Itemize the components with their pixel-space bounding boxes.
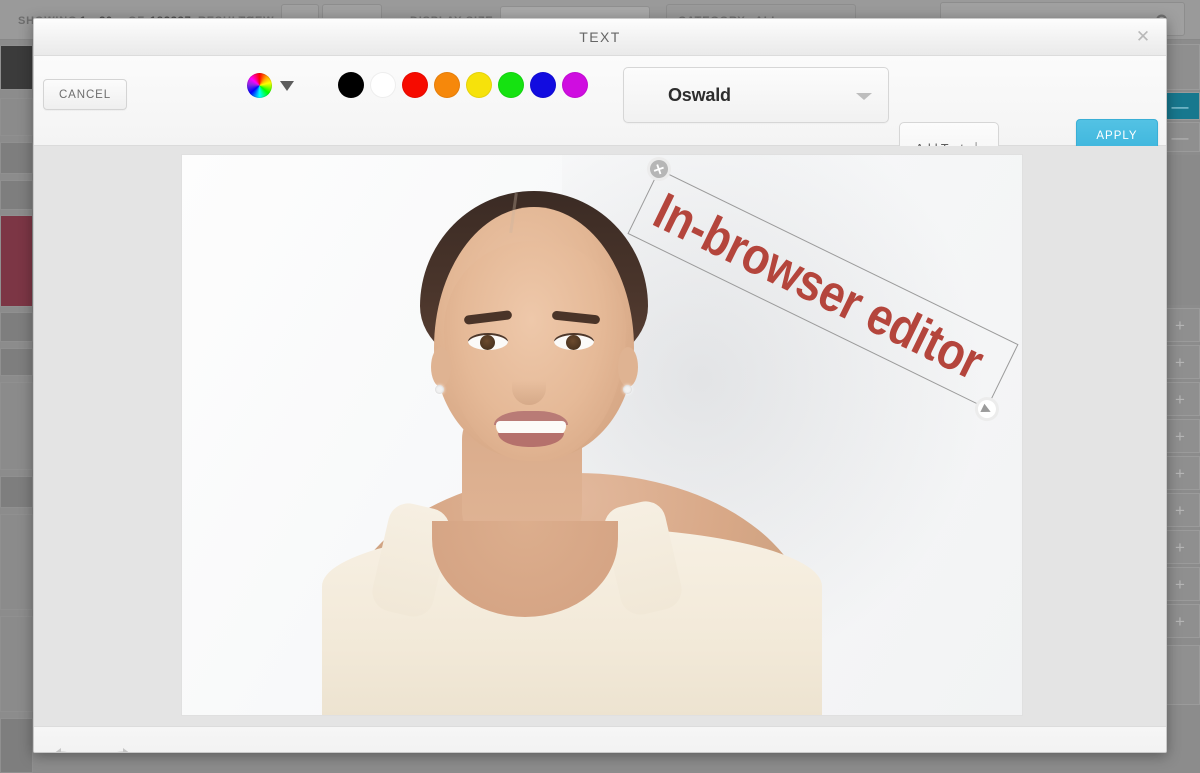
chevron-down-icon (856, 93, 872, 100)
undo-arrow-icon[interactable] (50, 741, 80, 752)
swatch-blue[interactable] (530, 72, 556, 98)
color-wheel-icon[interactable] (247, 73, 272, 98)
photo-ear-right (618, 347, 638, 387)
swatch-yellow[interactable] (466, 72, 492, 98)
font-select-value: Oswald (668, 85, 731, 105)
font-select[interactable]: Oswald (623, 67, 889, 123)
thumbnail-item[interactable] (0, 718, 33, 773)
thumbnail-item[interactable] (0, 476, 33, 508)
text-toolbar: CANCEL Oswald Add Text + APPLY (34, 56, 1166, 176)
swatch-magenta[interactable] (562, 72, 588, 98)
swatch-red[interactable] (402, 72, 428, 98)
thumbnail-item[interactable] (0, 514, 33, 610)
photo-nose (512, 351, 546, 405)
swatch-black[interactable] (338, 72, 364, 98)
thumbnail-item[interactable] (0, 312, 33, 342)
thumbnail-item[interactable] (0, 616, 33, 712)
swatch-green[interactable] (498, 72, 524, 98)
chevron-down-icon[interactable] (280, 80, 294, 91)
history-toolbar (34, 726, 1166, 752)
thumbnail-item[interactable] (0, 382, 33, 470)
modal-title-bar: TEXT ✕ (34, 19, 1166, 56)
photo-eye-left (468, 333, 508, 350)
color-picker-group (247, 73, 294, 98)
photo-earring-left (435, 385, 444, 394)
thumbnail-item[interactable] (0, 45, 33, 90)
thumbnail-item[interactable] (0, 142, 33, 174)
close-icon[interactable]: ✕ (1132, 26, 1154, 48)
text-editor-modal: TEXT ✕ CANCEL Oswald Add Text + APPLY (33, 18, 1167, 753)
cancel-button[interactable]: CANCEL (43, 79, 127, 110)
color-swatch-list (338, 72, 594, 98)
swatch-white[interactable] (370, 72, 396, 98)
thumbnail-item[interactable] (0, 180, 33, 210)
photo-canvas[interactable]: In-browser editor ✕ ▶ (182, 155, 1022, 715)
page-title: TEXT (579, 29, 621, 45)
thumbnail-item[interactable] (0, 348, 33, 376)
redo-arrow-icon[interactable] (104, 741, 134, 752)
photo-eye-right (554, 333, 594, 350)
photo-ear-left (431, 347, 451, 387)
photo-earring-right (623, 385, 632, 394)
swatch-orange[interactable] (434, 72, 460, 98)
thumbnail-item[interactable] (0, 98, 33, 136)
thumbnail-item[interactable] (0, 215, 33, 307)
editor-canvas[interactable]: In-browser editor ✕ ▶ (34, 146, 1166, 726)
